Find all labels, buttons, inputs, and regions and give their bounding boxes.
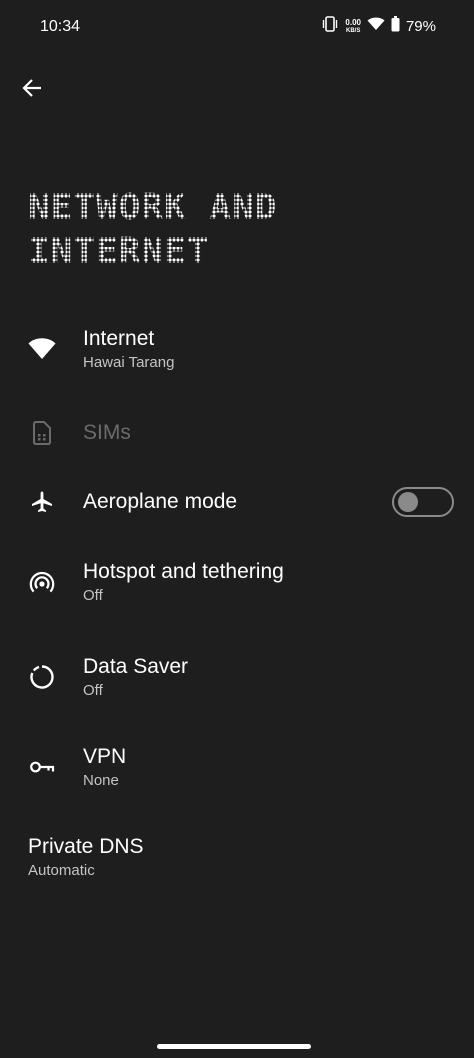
data-saver-text: Data Saver Off <box>83 654 188 701</box>
back-button[interactable] <box>18 74 46 102</box>
status-icons: 0.00 KB/S 79% <box>321 16 436 37</box>
hotspot-title: Hotspot and tethering <box>83 559 284 583</box>
back-arrow-icon <box>22 79 41 97</box>
vibrate-icon <box>321 16 339 37</box>
data-saver-title: Data Saver <box>83 654 189 678</box>
vpn-row[interactable]: VPN None <box>0 722 474 812</box>
sim-card-icon <box>28 419 56 447</box>
vpn-title: VPN <box>83 744 127 768</box>
data-saver-icon <box>28 663 56 691</box>
hotspot-icon <box>28 568 56 596</box>
toggle-knob <box>398 492 418 512</box>
airplane-icon <box>28 488 56 516</box>
sims-title: SIMs <box>83 421 131 444</box>
settings-list: Internet Hawai Tarang SIMs Aeroplane mod… <box>0 304 474 902</box>
hotspot-text: Hotspot and tethering Off <box>83 559 284 606</box>
private-dns-subtitle: Automatic <box>28 861 95 879</box>
net-speed-value: 0.00 <box>345 17 361 27</box>
internet-subtitle: Hawai Tarang <box>83 353 175 371</box>
vpn-subtitle: None <box>83 771 119 789</box>
status-bar: 10:34 0.00 KB/S 79% <box>0 0 474 56</box>
wifi-status-icon <box>367 17 385 36</box>
internet-row[interactable]: Internet Hawai Tarang <box>0 304 474 394</box>
battery-percent: 79% <box>405 18 436 35</box>
private-dns-text: Private DNS Automatic <box>28 834 144 881</box>
data-saver-subtitle: Off <box>83 681 103 699</box>
key-icon <box>28 753 56 781</box>
sims-text: SIMs <box>83 420 131 446</box>
aeroplane-mode-toggle[interactable] <box>392 487 454 517</box>
battery-icon <box>391 16 400 37</box>
aeroplane-title: Aeroplane mode <box>83 490 238 513</box>
internet-title: Internet <box>83 326 155 350</box>
data-saver-row[interactable]: Data Saver Off <box>0 632 474 722</box>
net-speed-unit: KB/S <box>346 27 361 34</box>
net-speed: 0.00 KB/S <box>345 17 361 35</box>
home-indicator[interactable] <box>157 1044 311 1049</box>
vpn-text: VPN None <box>83 744 126 791</box>
aeroplane-mode-row[interactable]: Aeroplane mode <box>0 472 474 532</box>
hotspot-subtitle: Off <box>83 586 103 604</box>
sims-row[interactable]: SIMs <box>0 394 474 472</box>
page-title: NETWORK AND INTERNET <box>28 186 448 274</box>
status-time: 10:34 <box>40 18 81 35</box>
private-dns-title: Private DNS <box>28 834 144 858</box>
hotspot-row[interactable]: Hotspot and tethering Off <box>0 532 474 632</box>
aeroplane-text: Aeroplane mode <box>83 489 237 515</box>
wifi-icon <box>28 335 56 363</box>
private-dns-row[interactable]: Private DNS Automatic <box>0 812 474 902</box>
internet-text: Internet Hawai Tarang <box>83 326 174 373</box>
